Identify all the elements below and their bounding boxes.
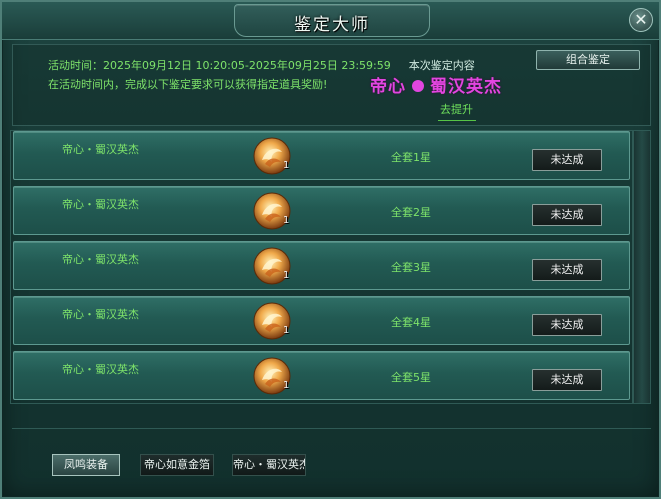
hero-title-right: 蜀汉英杰 xyxy=(430,77,502,97)
requirement: 全套3星 xyxy=(391,261,431,274)
combo-appraise-button[interactable]: 组合鉴定 xyxy=(536,50,640,70)
status-button[interactable]: 未达成 xyxy=(532,314,602,336)
item-count: 1 xyxy=(283,270,290,281)
status-button[interactable]: 未达成 xyxy=(532,204,602,226)
reward-row: 帝心・蜀汉英杰 1 全套4星 未达成 xyxy=(13,296,630,345)
window-title: 鉴定大师 xyxy=(294,15,370,35)
reward-row: 帝心・蜀汉英杰 1 全套5星 未达成 xyxy=(13,351,630,400)
item-count: 1 xyxy=(283,325,290,336)
tab-phoenix-equipment[interactable]: 凤鸣装备 xyxy=(52,454,120,476)
reward-row: 帝心・蜀汉英杰 1 全套3星 未达成 xyxy=(13,241,630,290)
title-bar: 鉴定大师 ✕ xyxy=(2,2,659,40)
set-name: 帝心・蜀汉英杰 xyxy=(62,363,139,376)
set-name: 帝心・蜀汉英杰 xyxy=(62,143,139,156)
separator-dot-icon xyxy=(412,79,424,92)
reward-row: 帝心・蜀汉英杰 1 全套2星 未达成 xyxy=(13,186,630,235)
list-scrollbar[interactable] xyxy=(633,130,651,404)
activity-desc: 在活动时间内，完成以下鉴定要求可以获得指定道具奖励! xyxy=(48,78,328,91)
item-count: 1 xyxy=(283,160,290,171)
requirement: 全套4星 xyxy=(391,316,431,329)
tab-dixin-gold-foil[interactable]: 帝心如意金箔 xyxy=(140,454,214,476)
activity-time: 活动时间：2025年09月12日 10:20:05-2025年09月25日 23… xyxy=(48,59,391,72)
hero-title-left: 帝心 xyxy=(370,77,406,97)
status-button[interactable]: 未达成 xyxy=(532,369,602,391)
requirement: 全套5星 xyxy=(391,371,431,384)
item-count: 1 xyxy=(283,380,290,391)
hero-set-title: 帝心 蜀汉英杰 xyxy=(370,72,502,97)
set-name: 帝心・蜀汉英杰 xyxy=(62,198,139,211)
status-button[interactable]: 未达成 xyxy=(532,149,602,171)
goto-underline xyxy=(438,120,476,121)
status-button[interactable]: 未达成 xyxy=(532,259,602,281)
close-icon[interactable]: ✕ xyxy=(629,8,653,32)
requirement: 全套2星 xyxy=(391,206,431,219)
tab-dixin-shuhan-heroes[interactable]: 帝心・蜀汉英杰 xyxy=(232,454,306,476)
item-count: 1 xyxy=(283,215,290,226)
content-label: 本次鉴定内容 xyxy=(408,59,475,72)
requirement: 全套1星 xyxy=(391,151,431,164)
goto-upgrade-link[interactable]: 去提升 xyxy=(440,101,473,117)
set-name: 帝心・蜀汉英杰 xyxy=(62,253,139,266)
title-plate: 鉴定大师 xyxy=(234,4,430,37)
activity-time-line: 活动时间：2025年09月12日 10:20:05-2025年09月25日 23… xyxy=(48,57,475,73)
set-name: 帝心・蜀汉英杰 xyxy=(62,308,139,321)
appraisal-window: 鉴定大师 ✕ 组合鉴定 活动时间：2025年09月12日 10:20:05-20… xyxy=(0,0,661,499)
reward-row: 帝心・蜀汉英杰 1 全套1星 未达成 xyxy=(13,131,630,180)
